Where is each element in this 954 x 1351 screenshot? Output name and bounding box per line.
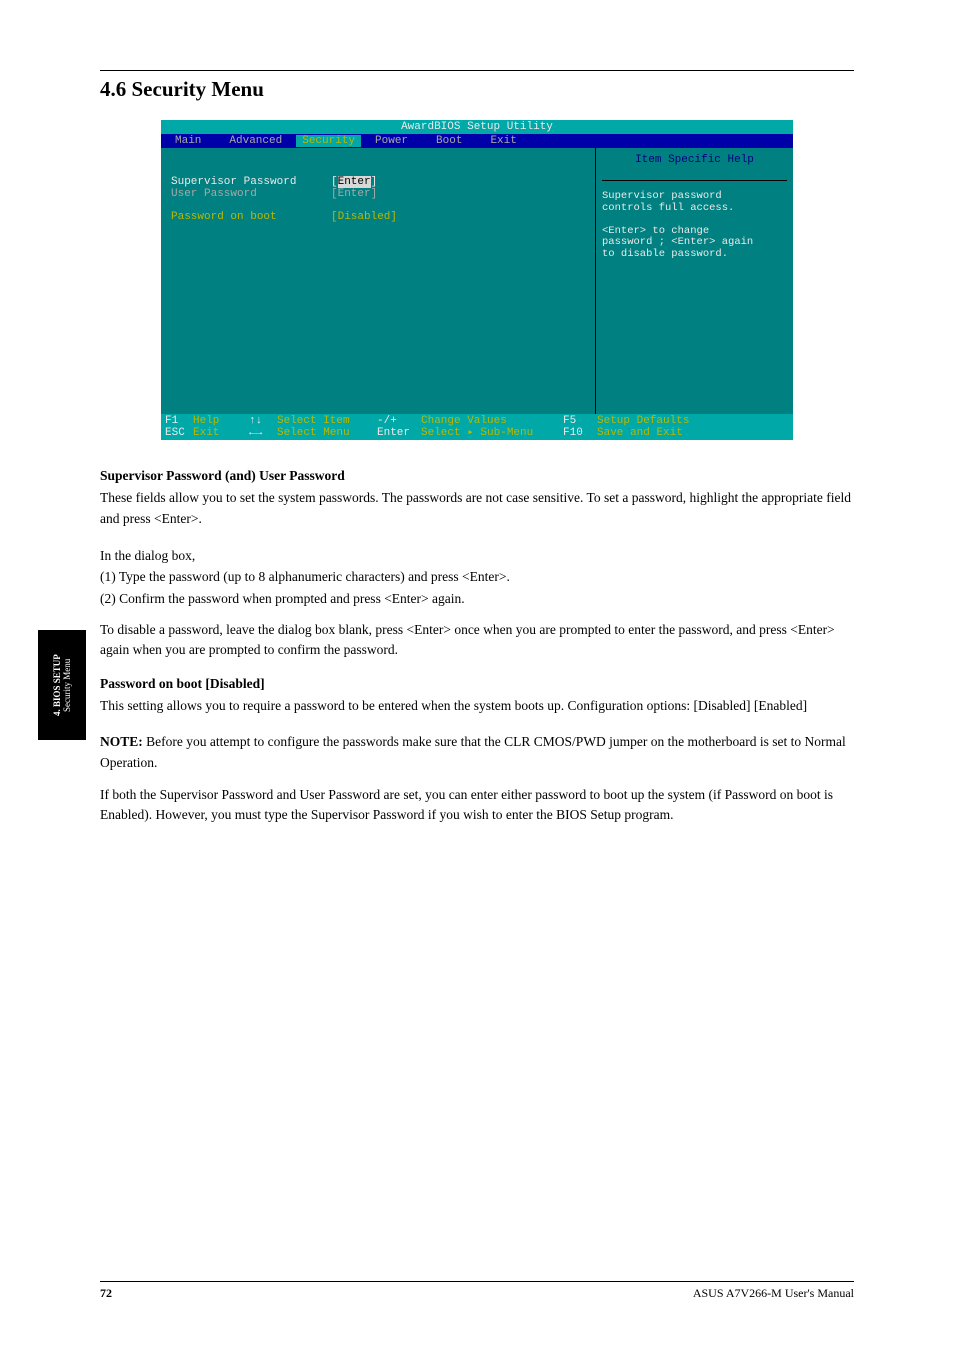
field-supervisor-steps: In the dialog box, (1) Type the password… (100, 545, 854, 610)
page-number: 72 (100, 1286, 112, 1301)
bios-value-pwd-boot: [Disabled] (331, 211, 397, 223)
bios-footer: F1 Help ↑↓ Select Item -/+ Change Values… (161, 414, 793, 440)
note-2: If both the Supervisor Password and User… (100, 785, 854, 826)
side-tab: 4. BIOS SETUP Security Menu (38, 630, 86, 740)
field-pwd-boot-text: This setting allows you to require a pas… (100, 696, 854, 716)
bios-help-panel: Item Specific Help Supervisor passwordco… (595, 148, 793, 414)
bios-screenshot: AwardBIOS Setup Utility Main Advanced Se… (161, 120, 793, 440)
bios-menu-power: Power (361, 135, 422, 147)
bios-item-supervisor: Supervisor Password (171, 176, 331, 188)
field-pwd-boot-title: Password on boot [Disabled] (100, 676, 854, 692)
bios-menu-advanced: Advanced (215, 135, 296, 147)
bios-menu-exit: Exit (476, 135, 530, 147)
bios-value-supervisor: [Enter] (331, 176, 377, 188)
manual-title: ASUS A7V266-M User's Manual (693, 1286, 854, 1301)
bios-left-panel: Supervisor Password [Enter] User Passwor… (161, 148, 595, 414)
bios-menu-bar: Main Advanced Security Power Boot Exit (161, 134, 793, 148)
note-1: NOTE: Before you attempt to configure th… (100, 732, 854, 773)
bios-help-title: Item Specific Help (602, 154, 787, 166)
bios-item-user: User Password (171, 188, 331, 200)
field-supervisor-title: Supervisor Password (and) User Password (100, 468, 854, 484)
page-footer: 72 ASUS A7V266-M User's Manual (100, 1281, 854, 1301)
bios-value-user: [Enter] (331, 188, 377, 200)
field-supervisor-note: To disable a password, leave the dialog … (100, 620, 854, 661)
bios-menu-boot: Boot (422, 135, 476, 147)
bios-menu-security: Security (296, 135, 361, 147)
bios-help-text: Supervisor passwordcontrols full access.… (602, 180, 787, 260)
bios-item-pwd-boot: Password on boot (171, 211, 331, 223)
section-heading: 4.6 Security Menu (100, 77, 854, 102)
bios-menu-main: Main (161, 135, 215, 147)
field-supervisor-text: These fields allow you to set the system… (100, 488, 854, 529)
bios-title: AwardBIOS Setup Utility (161, 120, 793, 134)
